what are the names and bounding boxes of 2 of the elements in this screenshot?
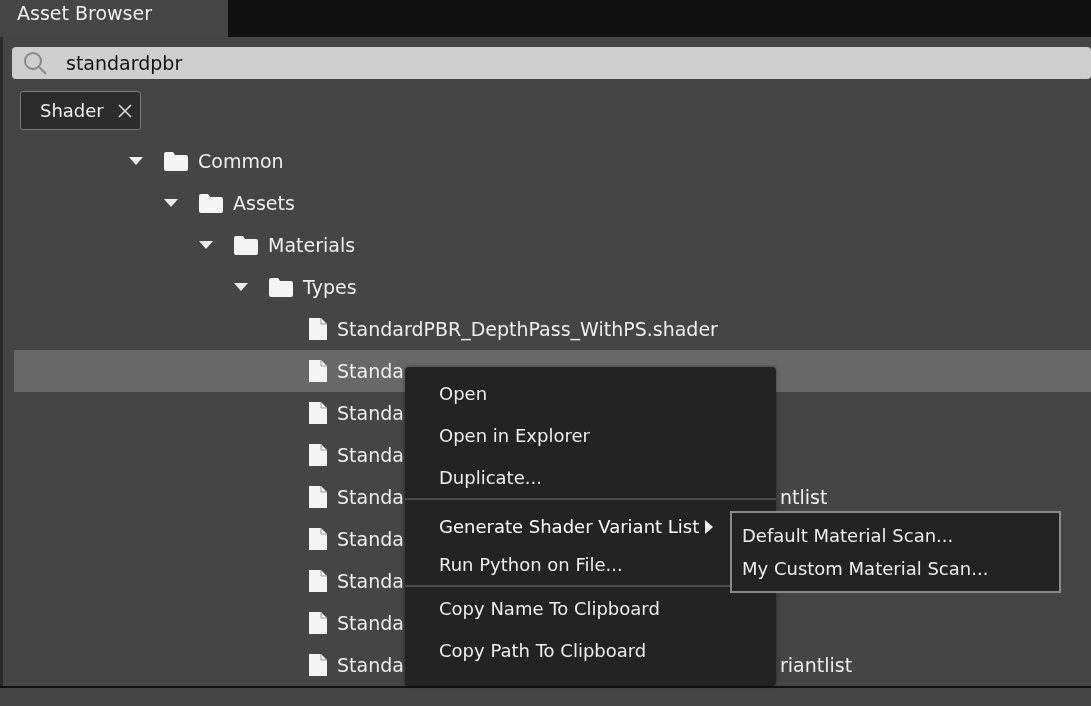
file-name: riantlist [780,654,853,676]
file-name: ntlist [780,486,828,508]
